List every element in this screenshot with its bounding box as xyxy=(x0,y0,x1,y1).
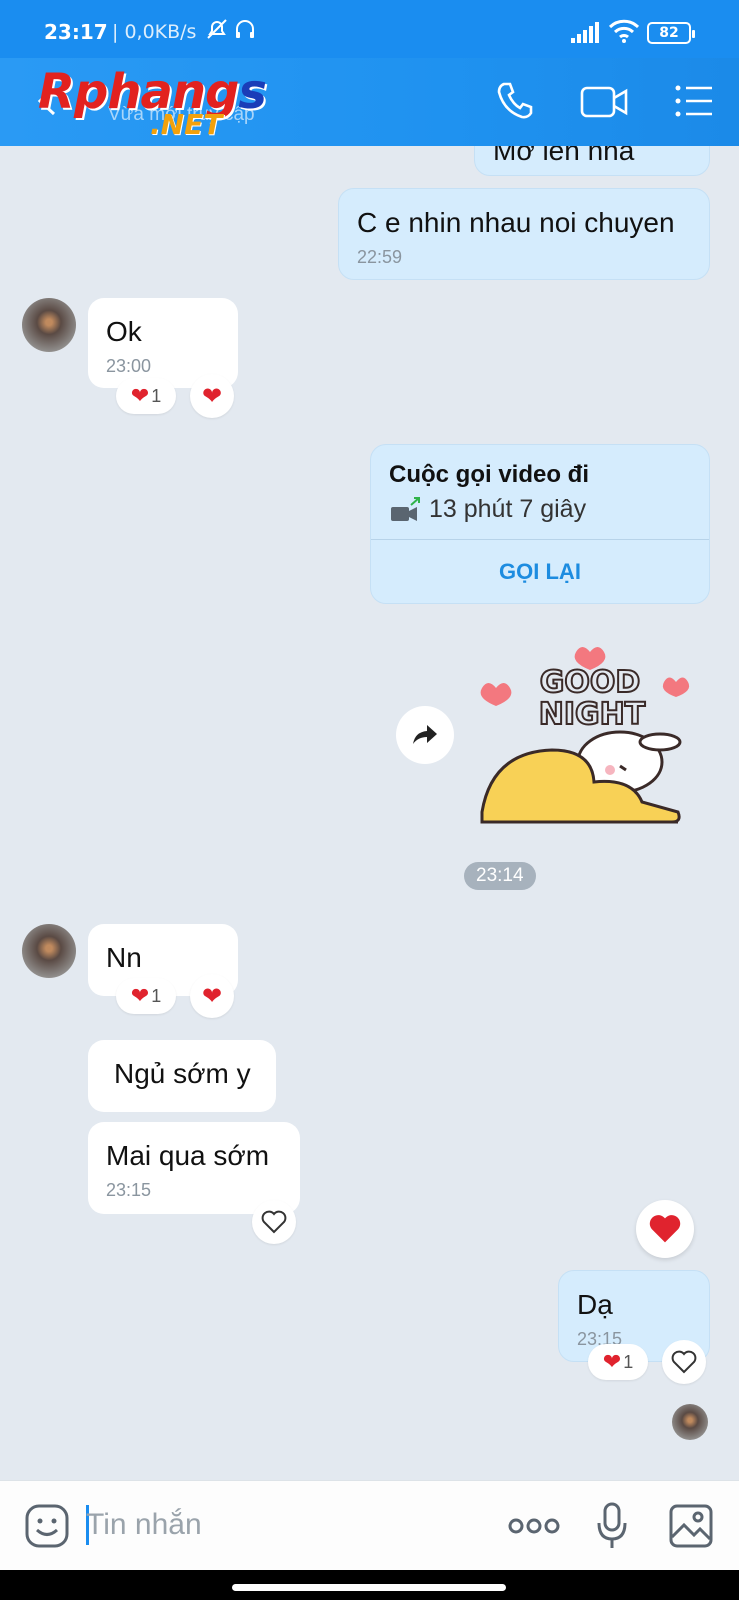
reaction-count: 1 xyxy=(623,1351,634,1372)
message-text: C e nhin nhau noi chuyen xyxy=(357,207,675,238)
message-composer: Tin nhắn xyxy=(0,1480,739,1570)
emoji-sticker-icon[interactable] xyxy=(24,1503,70,1549)
phone-call-icon[interactable] xyxy=(494,78,534,122)
message-time: 22:59 xyxy=(357,247,403,267)
reaction-count: 1 xyxy=(151,985,162,1006)
system-nav-bar xyxy=(0,1570,739,1600)
reaction-summary[interactable]: ❤ 1 xyxy=(116,378,176,414)
heart-icon: ❤ xyxy=(602,1349,622,1374)
reaction-summary[interactable]: ❤ 1 xyxy=(588,1344,648,1380)
chat-header: Vừa mới truy cập Rphangs .NET xyxy=(0,58,739,146)
heart-icon: ❤ xyxy=(201,382,223,410)
heart-icon xyxy=(649,1215,681,1243)
message-bubble-in[interactable]: Ngủ sớm y xyxy=(88,1040,276,1112)
message-bubble-out[interactable]: C e nhin nhau noi chuyen 22:59 xyxy=(338,188,710,280)
message-input[interactable]: Tin nhắn xyxy=(86,1501,386,1549)
message-list[interactable]: Mở lên nha C e nhin nhau noi chuyen 22:5… xyxy=(0,146,739,1480)
status-time: 23:17 xyxy=(44,20,108,44)
goodnight-sticker[interactable]: GOOD NIGHT xyxy=(462,632,698,842)
message-text: Mở lên nha xyxy=(493,146,635,166)
message-text: Ngủ sớm y xyxy=(114,1058,251,1089)
call-title: Cuộc gọi video đi xyxy=(389,461,590,488)
video-call-card[interactable]: Cuộc gọi video đi 13 phút 7 giây GỌI LẠI xyxy=(370,444,710,604)
sticker-text-good: GOOD xyxy=(540,665,641,700)
battery-indicator: 82 xyxy=(647,22,695,44)
logo-text-2: s xyxy=(238,64,267,120)
reaction-summary[interactable]: ❤ 1 xyxy=(116,978,176,1014)
more-options-icon[interactable] xyxy=(508,1517,560,1535)
react-button[interactable]: ❤ xyxy=(190,974,234,1018)
heart-icon: ❤ xyxy=(130,983,150,1008)
video-call-icon[interactable] xyxy=(580,82,630,122)
headset-icon xyxy=(236,20,254,38)
message-time: 23:15 xyxy=(106,1180,152,1200)
reaction-count: 1 xyxy=(151,385,162,406)
sticker-text-night: NIGHT xyxy=(539,697,646,732)
outgoing-video-icon xyxy=(391,497,420,521)
home-indicator[interactable] xyxy=(232,1584,506,1591)
mute-bell-icon xyxy=(207,19,227,39)
heart-icon: ❤ xyxy=(201,982,223,1010)
heart-icon: ❤ xyxy=(130,383,150,408)
microphone-icon[interactable] xyxy=(596,1501,628,1551)
status-bar: 23:17 | 0,0KB/s 82 xyxy=(0,0,739,58)
menu-icon[interactable] xyxy=(674,82,714,122)
contact-avatar[interactable] xyxy=(22,924,76,978)
react-button[interactable] xyxy=(662,1340,706,1384)
react-button[interactable]: ❤ xyxy=(190,374,234,418)
call-duration: 13 phút 7 giây xyxy=(429,495,587,523)
message-bubble-out[interactable]: Mở lên nha xyxy=(474,146,710,176)
message-text: Ok xyxy=(106,316,142,347)
quick-heart-button[interactable] xyxy=(636,1200,694,1258)
share-arrow-icon xyxy=(413,725,437,744)
network-speed: | 0,0KB/s xyxy=(112,21,197,43)
message-text: Nn xyxy=(106,942,142,973)
message-text: Mai qua sớm xyxy=(106,1140,270,1171)
heart-outline-icon xyxy=(261,1210,287,1234)
heart-outline-icon xyxy=(671,1350,697,1374)
signal-icon xyxy=(571,22,599,43)
seen-avatar xyxy=(672,1404,708,1440)
wifi-icon xyxy=(608,19,640,43)
react-button[interactable] xyxy=(252,1200,296,1244)
forward-button[interactable] xyxy=(396,706,454,764)
gallery-icon[interactable] xyxy=(668,1503,714,1549)
time-separator: 23:14 xyxy=(464,862,536,890)
logo-net: .NET xyxy=(150,108,223,141)
message-text: Dạ xyxy=(577,1289,613,1320)
contact-avatar[interactable] xyxy=(22,298,76,352)
call-back-button[interactable]: GỌI LẠI xyxy=(371,539,709,605)
message-time: 23:00 xyxy=(106,356,152,376)
